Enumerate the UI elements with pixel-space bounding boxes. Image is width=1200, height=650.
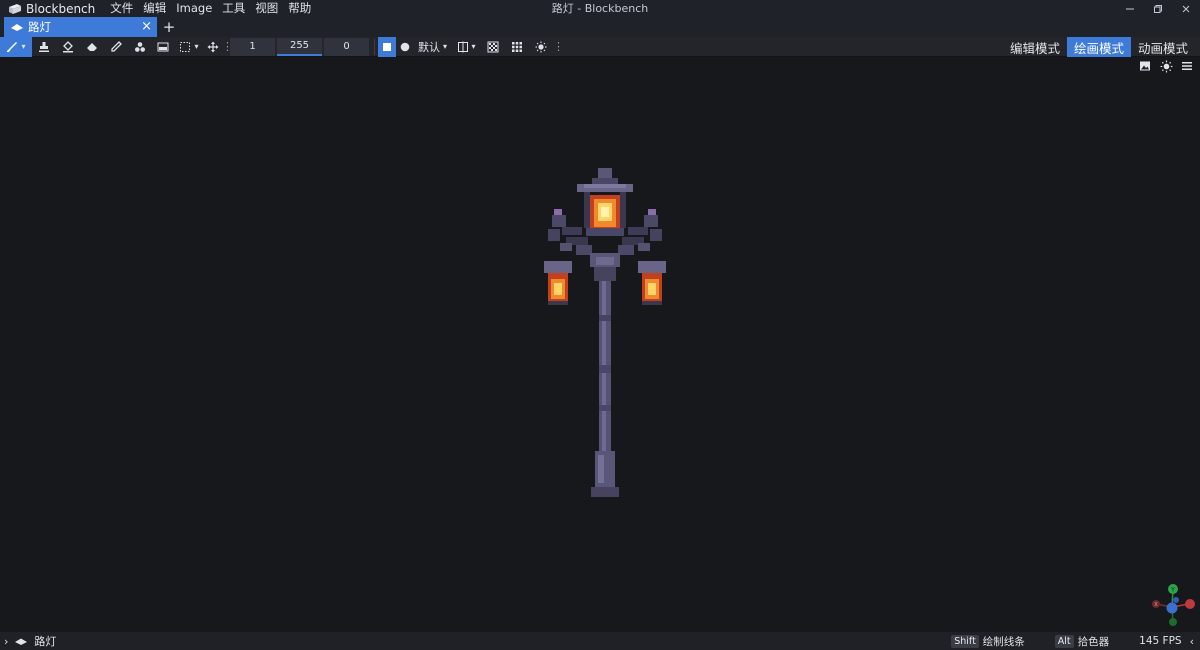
svg-text:X: X bbox=[1154, 602, 1158, 608]
round-brush-button[interactable] bbox=[396, 37, 414, 57]
menu-view[interactable]: 视图 bbox=[250, 0, 283, 17]
selection-icon bbox=[180, 41, 191, 52]
mode-selector: 编辑模式 绘画模式 动画模式 bbox=[1003, 37, 1195, 57]
pixel-grid-button[interactable] bbox=[505, 37, 529, 57]
title-bar: Blockbench 文件 编辑 Image 工具 视图 帮助 路灯 - Blo… bbox=[0, 0, 1200, 17]
toolbar-more-icon[interactable]: ⋮ bbox=[553, 40, 564, 53]
mode-paint[interactable]: 绘画模式 bbox=[1066, 37, 1131, 57]
shape-tool-button[interactable] bbox=[128, 37, 152, 57]
circle-shape-icon bbox=[400, 42, 410, 51]
model-icon bbox=[11, 24, 23, 31]
move-icon bbox=[207, 41, 219, 52]
move-tool-button[interactable] bbox=[204, 37, 222, 57]
minimize-icon[interactable] bbox=[1116, 0, 1144, 17]
tab-bar: 路灯 × + bbox=[0, 17, 1200, 37]
menu-help[interactable]: 帮助 bbox=[283, 0, 316, 17]
toolbar-divider bbox=[374, 38, 375, 55]
alt-key-badge: Alt bbox=[1054, 634, 1074, 648]
mirror-painting-button[interactable]: ▾ bbox=[451, 37, 481, 57]
eraser-icon bbox=[87, 42, 97, 51]
brush-tool-button[interactable]: ▾ bbox=[0, 36, 32, 57]
3d-viewport[interactable]: Y X bbox=[0, 57, 1200, 632]
checkerboard-icon bbox=[487, 41, 499, 52]
chevron-down-icon: ▾ bbox=[21, 42, 26, 51]
fill-tool-button[interactable] bbox=[56, 37, 80, 57]
grid-icon bbox=[512, 41, 523, 52]
new-tab-button[interactable]: + bbox=[159, 17, 179, 37]
shift-hint: 绘制线条 bbox=[982, 635, 1025, 648]
street-lamp-model[interactable] bbox=[540, 165, 670, 499]
model-icon bbox=[15, 638, 28, 645]
color-picker-tool-button[interactable] bbox=[104, 37, 128, 57]
window-controls bbox=[1116, 0, 1200, 17]
tab-street-lamp[interactable]: 路灯 × bbox=[4, 17, 157, 37]
stamp-tool-button[interactable] bbox=[32, 37, 56, 57]
tab-label: 路灯 bbox=[28, 20, 51, 34]
brightness-icon[interactable] bbox=[1159, 59, 1173, 73]
app-logo[interactable]: Blockbench bbox=[0, 0, 95, 17]
menu-tools[interactable]: 工具 bbox=[217, 0, 250, 17]
stamp-icon bbox=[39, 41, 49, 52]
gradient-tool-button[interactable] bbox=[152, 37, 174, 57]
softness-input[interactable]: 0 bbox=[324, 37, 369, 56]
tool-bar: ▾ ▾ ⋮ 1 255 0 默认 ▾ ▾ ⋮ 编辑模式 绘画模式 动画模式 bbox=[0, 36, 1200, 57]
menu-edit[interactable]: 编辑 bbox=[138, 0, 171, 17]
selection-tool-button[interactable]: ▾ bbox=[174, 37, 204, 57]
chevron-right-icon[interactable]: › bbox=[4, 635, 8, 648]
alt-hint: 拾色器 bbox=[1077, 635, 1110, 648]
opacity-input[interactable]: 255 bbox=[277, 37, 322, 56]
shape-icon bbox=[135, 41, 145, 52]
lock-alpha-button[interactable] bbox=[481, 37, 505, 57]
brush-size-input[interactable]: 1 bbox=[230, 37, 275, 56]
fill-bucket-icon bbox=[63, 40, 73, 52]
shift-key-badge: Shift bbox=[951, 634, 979, 648]
menu-bar: 文件 编辑 Image 工具 视图 帮助 bbox=[105, 0, 316, 17]
square-brush-button[interactable] bbox=[378, 36, 396, 57]
menu-image[interactable]: Image bbox=[171, 0, 217, 17]
chevron-down-icon: ▾ bbox=[194, 42, 199, 51]
color-picker-icon bbox=[111, 40, 122, 52]
square-shape-icon bbox=[383, 42, 391, 51]
sun-icon bbox=[535, 41, 547, 52]
chevron-down-icon: ▾ bbox=[471, 42, 476, 51]
menu-file[interactable]: 文件 bbox=[105, 0, 138, 17]
svg-text:Y: Y bbox=[1170, 587, 1175, 594]
blend-mode-value: 默认 bbox=[418, 40, 440, 54]
brush-icon bbox=[7, 41, 18, 52]
axis-gizmo[interactable]: Y X bbox=[1148, 583, 1198, 627]
model-name: 路灯 bbox=[34, 635, 57, 648]
chevron-down-icon: ▾ bbox=[443, 42, 448, 51]
menu-icon[interactable] bbox=[1180, 59, 1194, 73]
blend-mode-select[interactable]: 默认 ▾ bbox=[414, 37, 451, 57]
image-icon[interactable] bbox=[1138, 59, 1152, 73]
status-bar: › 路灯 Shift 绘制线条 Alt 拾色器 145 FPS ‹ bbox=[0, 632, 1200, 650]
gradient-icon bbox=[157, 42, 169, 51]
tab-close-icon[interactable]: × bbox=[141, 19, 152, 34]
app-name: Blockbench bbox=[26, 1, 96, 16]
eraser-tool-button[interactable] bbox=[80, 37, 104, 57]
blockbench-logo-icon bbox=[9, 3, 21, 14]
close-icon[interactable] bbox=[1172, 0, 1200, 17]
toolbar-more-icon[interactable]: ⋮ bbox=[222, 40, 233, 53]
fps-counter: 145 FPS bbox=[1139, 635, 1182, 647]
mode-animate[interactable]: 动画模式 bbox=[1131, 37, 1195, 57]
restore-icon[interactable] bbox=[1144, 0, 1172, 17]
painting-light-button[interactable] bbox=[529, 37, 553, 57]
viewport-controls bbox=[1138, 59, 1194, 73]
mode-edit[interactable]: 编辑模式 bbox=[1003, 37, 1067, 57]
chevron-left-icon[interactable]: ‹ bbox=[1190, 635, 1194, 648]
mirror-icon bbox=[457, 41, 468, 52]
